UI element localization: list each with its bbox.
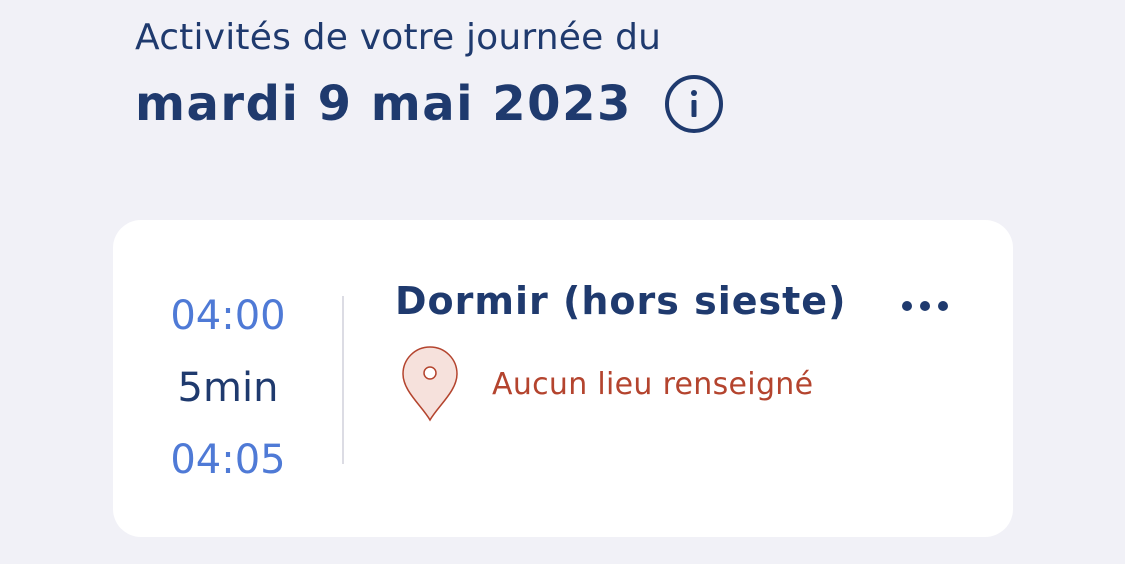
- more-horizontal-icon: [902, 301, 948, 311]
- activity-card[interactable]: 04:00 5min 04:05 Dormir (hors sieste) Au…: [113, 220, 1013, 537]
- time-range: 04:00 5min 04:05: [113, 280, 343, 496]
- date-row: mardi 9 mai 2023: [135, 74, 724, 134]
- start-time: 04:00: [170, 293, 286, 339]
- vertical-divider: [342, 296, 344, 464]
- page-title-date: mardi 9 mai 2023: [135, 76, 632, 132]
- page-header: Activités de votre journée du mardi 9 ma…: [135, 14, 724, 134]
- map-pin-icon: [402, 346, 458, 422]
- info-icon[interactable]: [664, 74, 724, 134]
- page-subtitle: Activités de votre journée du: [135, 17, 662, 58]
- duration: 5min: [177, 365, 279, 411]
- location-row: Aucun lieu renseigné: [400, 344, 813, 424]
- more-options-button[interactable]: [895, 286, 955, 326]
- location-label: Aucun lieu renseigné: [492, 366, 814, 402]
- end-time: 04:05: [170, 437, 286, 483]
- activity-title: Dormir (hors sieste): [395, 279, 847, 323]
